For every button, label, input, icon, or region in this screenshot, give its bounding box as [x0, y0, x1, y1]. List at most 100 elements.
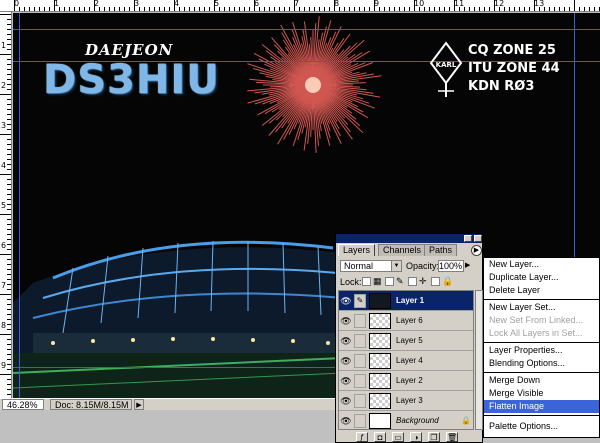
zone-line-itu: ITU ZONE 44 — [468, 61, 560, 76]
layer-name: Layer 5 — [396, 336, 423, 345]
link-toggle[interactable] — [354, 334, 366, 348]
ruler-tick — [0, 334, 11, 335]
lock-transparency-checkbox[interactable] — [362, 277, 371, 286]
ruler-tick — [7, 154, 11, 155]
move-icon: ✛ — [419, 276, 427, 286]
eye-icon[interactable]: 👁 — [340, 315, 352, 327]
palette-menu-button[interactable]: ▶ — [471, 245, 482, 256]
ruler-tick — [54, 0, 55, 11]
ruler-tick — [7, 229, 11, 230]
eye-icon[interactable]: 👁 — [340, 415, 352, 427]
ruler-tick — [219, 7, 220, 11]
ruler-tick — [409, 7, 410, 11]
ruler-tick — [364, 7, 365, 11]
eye-icon[interactable]: 👁 — [340, 335, 352, 347]
opacity-input[interactable]: 100% — [438, 260, 464, 272]
menu-separator — [484, 342, 599, 343]
menu-item-flatten-image[interactable]: Flatten Image — [484, 400, 599, 413]
layer-row-background[interactable]: 👁 Background 🔒 — [339, 411, 473, 429]
ruler-tick — [7, 129, 11, 130]
ruler-number: 3 — [1, 121, 7, 130]
link-toggle[interactable] — [354, 394, 366, 408]
layer-row-layer-4[interactable]: 👁 Layer 4 — [339, 351, 473, 371]
layer-style-icon[interactable]: ƒ — [356, 432, 368, 442]
ruler-tick — [264, 7, 265, 11]
new-set-icon[interactable]: ▭ — [392, 432, 404, 442]
menu-item-layer-properties[interactable]: Layer Properties... — [484, 344, 599, 357]
close-button[interactable] — [474, 235, 482, 242]
ruler-tick — [114, 7, 115, 11]
checker-icon: ▦ — [373, 276, 382, 286]
lock-position-checkbox[interactable] — [408, 277, 417, 286]
link-toggle[interactable] — [354, 374, 366, 388]
ruler-tick — [279, 7, 280, 11]
ruler-tick — [7, 304, 11, 305]
link-toggle[interactable] — [354, 354, 366, 368]
menu-item-palette-options[interactable]: Palette Options... — [484, 420, 599, 433]
ruler-tick — [7, 49, 11, 50]
eye-icon[interactable]: 👁 — [340, 355, 352, 367]
layer-scrollbar[interactable] — [475, 290, 483, 430]
tab-channels[interactable]: Channels — [378, 244, 427, 256]
link-toggle[interactable] — [354, 314, 366, 328]
ruler-tick — [344, 7, 345, 11]
brush-icon[interactable]: ✎ — [354, 294, 366, 308]
layer-row-layer-5[interactable]: 👁 Layer 5 — [339, 331, 473, 351]
ruler-tick — [479, 7, 480, 11]
menu-item-merge-down[interactable]: Merge Down — [484, 374, 599, 387]
layer-row-layer-1[interactable]: 👁 ✎ Layer 1 — [339, 291, 473, 311]
layer-thumbnail — [369, 413, 391, 429]
ruler-tick — [159, 7, 160, 11]
layer-thumbnail — [369, 353, 391, 369]
layer-row-layer-3[interactable]: 👁 Layer 3 — [339, 391, 473, 411]
layer-row-layer-2[interactable]: 👁 Layer 2 — [339, 371, 473, 391]
menu-item-duplicate-layer[interactable]: Duplicate Layer... — [484, 271, 599, 284]
ruler-tick — [74, 7, 75, 11]
link-toggle[interactable] — [354, 414, 366, 428]
tab-paths[interactable]: Paths — [424, 244, 458, 256]
minimize-button[interactable] — [464, 235, 472, 242]
layer-row-layer-6[interactable]: 👁 Layer 6 — [339, 311, 473, 331]
palette-titlebar[interactable] — [336, 234, 482, 243]
ruler-tick — [319, 7, 320, 11]
blend-mode-select[interactable]: Normal ▼ — [340, 260, 402, 272]
mask-icon[interactable]: ◘ — [374, 432, 386, 442]
eye-icon[interactable]: 👁 — [340, 395, 352, 407]
menu-item-merge-visible[interactable]: Merge Visible — [484, 387, 599, 400]
ruler-tick — [7, 119, 11, 120]
layer-name: Layer 6 — [396, 316, 423, 325]
ruler-tick — [7, 274, 11, 275]
menu-item-lock-all-layers[interactable]: Lock All Layers in Set... — [484, 327, 599, 340]
ruler-tick — [7, 189, 11, 190]
layer-thumbnail — [369, 393, 391, 409]
zoom-field[interactable]: 46.28% — [2, 399, 44, 410]
ruler-tick — [34, 7, 35, 11]
menu-item-blending-options[interactable]: Blending Options... — [484, 357, 599, 370]
ruler-tick — [329, 7, 330, 11]
tab-layers[interactable]: Layers — [338, 244, 376, 256]
menu-item-delete-layer[interactable]: Delete Layer — [484, 284, 599, 297]
trash-icon[interactable]: 🗑 — [446, 432, 458, 442]
menu-item-new-layer-set[interactable]: New Layer Set... — [484, 301, 599, 314]
lock-label: Lock: — [340, 277, 362, 287]
ruler-tick — [294, 0, 295, 11]
ruler-tick — [124, 7, 125, 11]
ruler-tick — [14, 0, 15, 11]
opacity-slider-button[interactable]: ▶ — [465, 261, 470, 269]
adjustment-layer-icon[interactable]: ◑ — [410, 432, 422, 442]
lock-all-checkbox[interactable] — [431, 277, 440, 286]
status-menu-button[interactable]: ▶ — [134, 399, 144, 410]
ruler-tick — [569, 7, 570, 11]
menu-item-new-layer[interactable]: New Layer... — [484, 258, 599, 271]
ruler-left[interactable]: 1 2 3 4 5 6 7 8 9 — [0, 12, 12, 398]
eye-icon[interactable]: 👁 — [340, 295, 352, 307]
lock-image-checkbox[interactable] — [385, 277, 394, 286]
menu-item-new-set-from-linked[interactable]: New Set From Linked... — [484, 314, 599, 327]
ruler-number: 4 — [1, 161, 7, 170]
new-layer-icon[interactable]: ❐ — [428, 432, 440, 442]
ruler-tick — [284, 7, 285, 11]
ruler-tick — [429, 7, 430, 11]
ruler-top[interactable]: 0 1 2 3 4 5 6 7 8 9 10 11 12 13 — [0, 0, 600, 12]
eye-icon[interactable]: 👁 — [340, 375, 352, 387]
ruler-tick — [99, 7, 100, 11]
